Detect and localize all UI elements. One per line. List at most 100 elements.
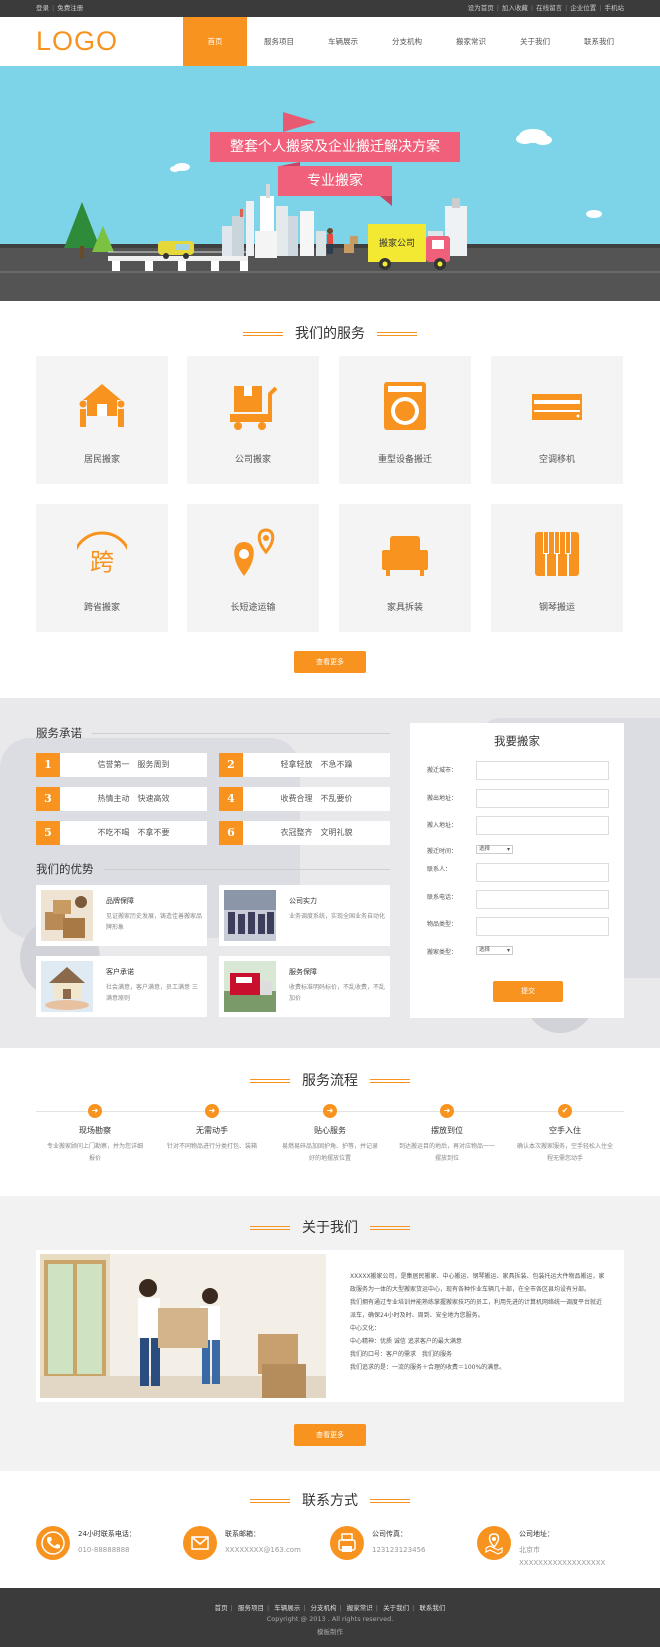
service-card-residential[interactable]: 居民搬家 [36, 356, 168, 484]
nav-vehicles[interactable]: 车辆展示 [311, 17, 375, 66]
flow-title: 服务流程 [0, 1070, 660, 1090]
nav-about[interactable]: 关于我们 [503, 17, 567, 66]
movers-photo [40, 1254, 326, 1398]
arrow-right-icon: ➜ [323, 1104, 337, 1118]
service-label: 钢琴搬运 [538, 603, 575, 613]
city-input[interactable] [476, 761, 609, 780]
advantage-card[interactable]: 服务保障 收费标准明码标价，不乱收费，不乱加价 [219, 956, 390, 1017]
truck-label: 搬家公司 [378, 239, 415, 249]
to-address-input[interactable] [476, 816, 609, 835]
nav-tips[interactable]: 搬家常识 [439, 17, 503, 66]
flow-step: ➜ 贴心服务 易燃易碎品加固护角、护等，并记录好的地摆放位置 [281, 1104, 378, 1162]
boxes-photo [41, 890, 93, 941]
form-label: 搬迁时间： [427, 848, 458, 855]
footer-link[interactable]: 联系我们 [419, 1604, 445, 1612]
advantage-card[interactable]: 品牌保障 见证搬家历史发展，铸造佳善搬家品牌形象 [36, 885, 207, 946]
footer-link[interactable]: 关于我们 [383, 1604, 409, 1612]
service-card-transport[interactable]: 长短途运输 [187, 504, 319, 632]
set-homepage-link[interactable]: 设为首页 [468, 4, 494, 12]
about-title: 关于我们 [0, 1217, 660, 1237]
advantage-card[interactable]: 公司实力 业务调度系统，实现全国业务自动化 [219, 885, 390, 946]
service-card-furniture[interactable]: 家具拆装 [339, 504, 471, 632]
advantages-title: 我们的优势 [36, 862, 94, 876]
about-more-button[interactable]: 查看更多 [294, 1424, 366, 1446]
mail-icon [183, 1526, 217, 1560]
footer-link[interactable]: 车辆展示 [274, 1604, 300, 1612]
footer-link[interactable]: 搬家常识 [347, 1604, 373, 1612]
from-address-input[interactable] [476, 789, 609, 808]
nav-services[interactable]: 服务项目 [247, 17, 311, 66]
promise-item: 4 收费合理 不乱要价 [219, 787, 390, 811]
mobile-site-link[interactable]: 手机站 [605, 4, 625, 12]
service-card-company[interactable]: 公司搬家 [187, 356, 319, 484]
time-select[interactable]: 选择 [476, 845, 513, 854]
footer-link[interactable]: 服务项目 [238, 1604, 264, 1612]
service-label: 长短途运输 [230, 603, 276, 613]
copyright: Copyright @ 2013 . All rights reserved. [266, 1615, 394, 1623]
service-label: 公司搬家 [234, 455, 271, 465]
item-type-input[interactable] [476, 917, 609, 936]
footer: 首页 | 服务项目 | 车辆展示 | 分支机构 | 搬家常识 | 关于我们 | 联系我们 C… [0, 1588, 660, 1647]
form-label: 搬家类型： [427, 949, 458, 956]
fax-icon [330, 1526, 364, 1560]
service-card-piano[interactable]: 钢琴搬运 [491, 504, 623, 632]
main-nav: 首页 服务项目 车辆展示 分支机构 搬家常识 关于我们 联系我们 [183, 17, 631, 66]
arrow-right-icon: ➜ [88, 1104, 102, 1118]
divider [92, 733, 390, 734]
form-label: 搬入地址： [427, 822, 458, 829]
company-location-link[interactable]: 企业位置 [570, 4, 596, 12]
service-label: 空调移机 [538, 455, 575, 465]
service-label: 重型设备搬迁 [377, 455, 432, 465]
piano-icon [535, 532, 579, 576]
washing-machine-icon [384, 382, 426, 430]
map-pin-icon [234, 528, 275, 576]
login-link[interactable]: 登录 [36, 4, 49, 12]
footer-link[interactable]: 首页 [215, 1604, 228, 1612]
credit: 模板制作 [317, 1628, 343, 1636]
moving-request-form: 我要搬家 搬迁城市： 搬出地址： 搬入地址： 搬迁时间： 选择 联系人： 联系电… [410, 723, 624, 1018]
nav-branches[interactable]: 分支机构 [375, 17, 439, 66]
nav-contact[interactable]: 联系我们 [567, 17, 631, 66]
contact-title: 联系方式 [0, 1490, 660, 1510]
banner-headline: 整套个人搬家及企业搬迁解决方案 [230, 139, 440, 155]
form-label: 联系电话： [427, 894, 458, 901]
service-label: 家具拆装 [386, 603, 423, 613]
divider [104, 869, 390, 870]
services-more-button[interactable]: 查看更多 [294, 651, 366, 673]
auth-links: 登录 | 免费注册 [36, 4, 84, 12]
service-label: 居民搬家 [83, 455, 120, 465]
register-link[interactable]: 免费注册 [57, 4, 83, 12]
promise-item: 6 衣冠整齐 文明礼貌 [219, 821, 390, 845]
svg-text:跨: 跨 [90, 548, 114, 576]
promise-item: 5 不吃不喝 不拿不要 [36, 821, 207, 845]
promise-item: 3 热情主动 快速高效 [36, 787, 207, 811]
service-card-heavy-equipment[interactable]: 重型设备搬迁 [339, 356, 471, 484]
air-conditioner-icon [532, 394, 582, 420]
arrow-right-icon: ➜ [440, 1104, 454, 1118]
location-icon [477, 1526, 511, 1560]
arrow-right-icon: ➜ [205, 1104, 219, 1118]
form-label: 搬出地址： [427, 795, 458, 802]
house-hand-photo [41, 961, 93, 1012]
form-label: 搬迁城市： [427, 767, 458, 774]
check-icon: ✔ [558, 1104, 572, 1118]
cross-province-icon: 跨 [77, 531, 127, 576]
phone-icon [36, 1526, 70, 1560]
box-cart-icon [230, 386, 278, 430]
house-movers-icon [79, 384, 125, 427]
phone-input[interactable] [476, 890, 609, 909]
online-message-link[interactable]: 在线留言 [536, 4, 562, 12]
nav-home[interactable]: 首页 [183, 17, 247, 66]
service-card-aircon[interactable]: 空调移机 [491, 356, 623, 484]
service-label: 跨省搬家 [83, 603, 120, 613]
moving-type-select[interactable]: 选择 [476, 946, 513, 955]
add-favorite-link[interactable]: 加入收藏 [502, 4, 528, 12]
footer-link[interactable]: 分支机构 [311, 1604, 337, 1612]
submit-button[interactable]: 提交 [493, 981, 563, 1002]
advantage-card[interactable]: 客户承诺 社会满意，客户满意，员工满意 三满意原则 [36, 956, 207, 1017]
sofa-icon [382, 536, 428, 576]
service-card-cross-province[interactable]: 跨 跨省搬家 [36, 504, 168, 632]
header: LOGO 首页 服务项目 车辆展示 分支机构 搬家常识 关于我们 联系我们 [0, 17, 660, 66]
logo[interactable]: LOGO [36, 26, 118, 57]
contact-name-input[interactable] [476, 863, 609, 882]
